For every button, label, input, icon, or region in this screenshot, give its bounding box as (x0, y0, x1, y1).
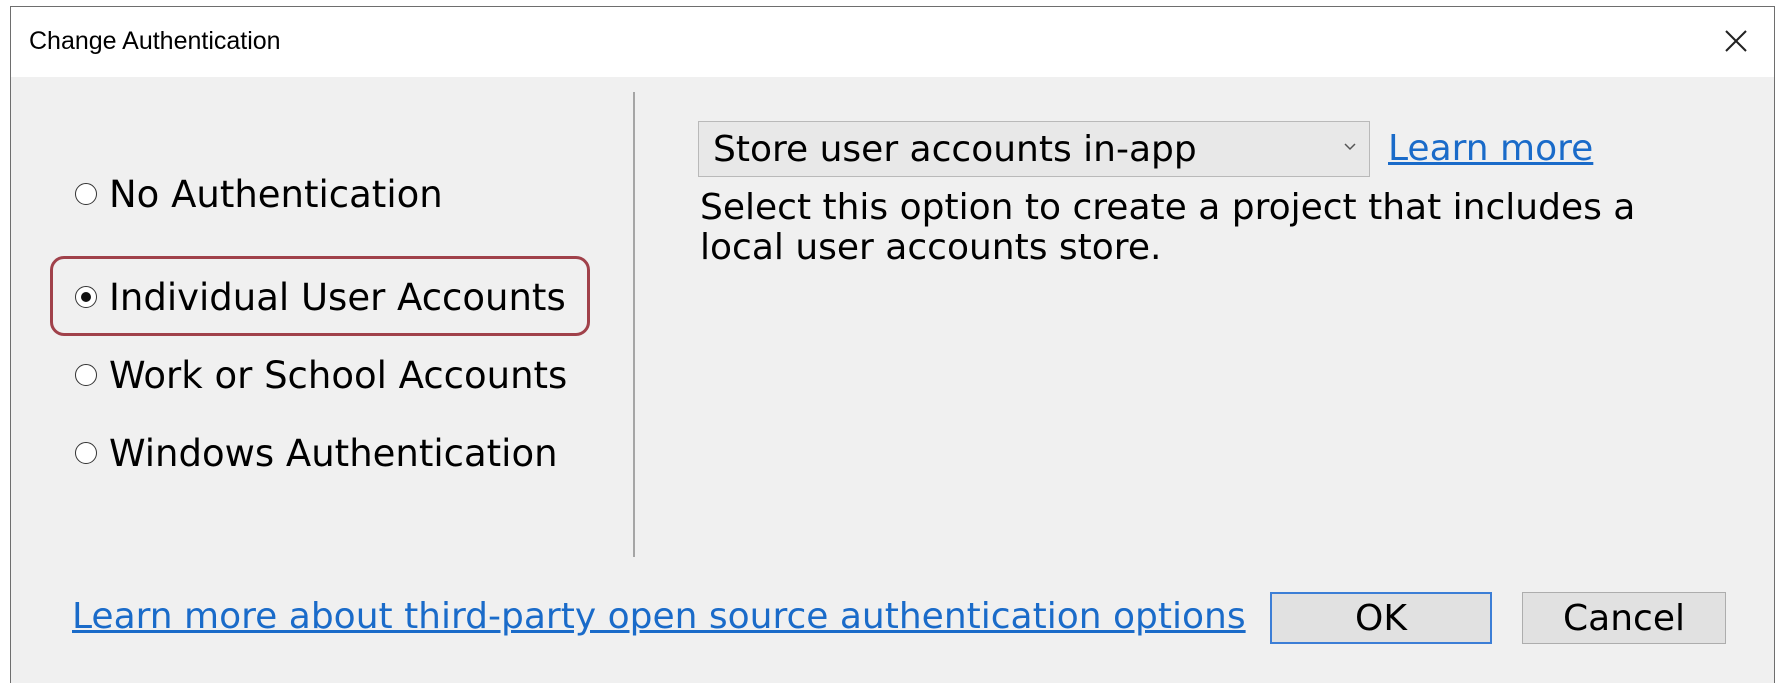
radio-button-icon[interactable] (75, 442, 97, 464)
change-authentication-dialog: Change Authentication (10, 6, 1775, 683)
third-party-auth-link[interactable]: Learn more about third-party open source… (72, 596, 1246, 637)
radio-label: Windows Authentication (109, 431, 558, 475)
radio-label: Work or School Accounts (109, 353, 568, 397)
ok-button[interactable]: OK (1270, 592, 1492, 644)
radio-button-icon[interactable] (75, 183, 97, 205)
radio-button-icon[interactable] (75, 364, 97, 386)
account-store-dropdown[interactable]: Store user accounts in-app (698, 121, 1370, 177)
radio-windows-authentication[interactable]: Windows Authentication (75, 428, 558, 478)
selection-highlight-annotation (50, 256, 590, 336)
chevron-down-icon (1343, 136, 1357, 157)
dropdown-selected-value: Store user accounts in-app (713, 129, 1197, 170)
close-icon[interactable] (1716, 21, 1756, 61)
radio-label: No Authentication (109, 172, 443, 216)
radio-work-or-school-accounts[interactable]: Work or School Accounts (75, 350, 567, 400)
cancel-button[interactable]: Cancel (1522, 592, 1726, 644)
learn-more-link[interactable]: Learn more (1388, 128, 1593, 169)
dialog-title: Change Authentication (29, 27, 281, 55)
radio-no-authentication[interactable]: No Authentication (75, 169, 443, 219)
title-bar: Change Authentication (11, 7, 1774, 77)
vertical-divider (633, 92, 635, 557)
option-description: Select this option to create a project t… (700, 187, 1636, 268)
